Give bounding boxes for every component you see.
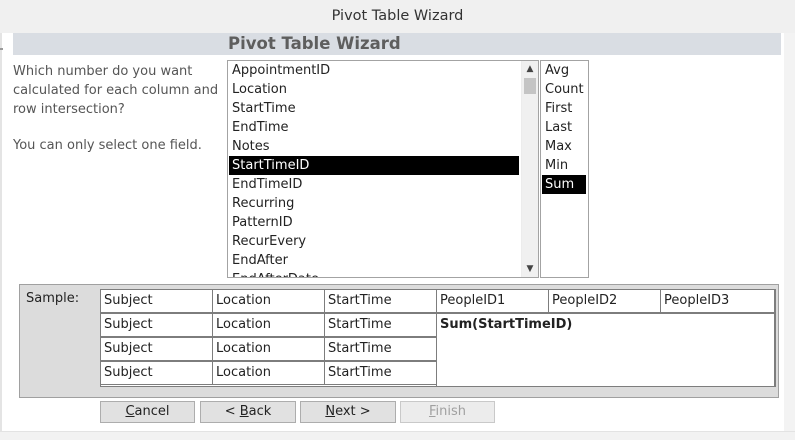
instruction-question: Which number do you want calculated for … bbox=[13, 64, 219, 117]
fields-scrollbar[interactable]: ▲ ▼ bbox=[521, 61, 538, 277]
function-listbox[interactable]: Avg Count First Last Max Min Sum bbox=[540, 60, 589, 278]
cancel-label-post: ancel bbox=[134, 404, 170, 419]
fields-listbox[interactable]: AppointmentID Location StartTime EndTime… bbox=[227, 60, 539, 278]
next-accesskey: N bbox=[325, 404, 336, 419]
list-item-recurevery[interactable]: RecurEvery bbox=[229, 232, 514, 251]
sample-row-cell: Subject bbox=[100, 313, 213, 337]
sample-label: Sample: bbox=[26, 291, 80, 306]
next-label-post: ext > bbox=[335, 404, 371, 419]
next-button[interactable]: Next > bbox=[300, 401, 396, 423]
sample-row-cell: Location bbox=[212, 337, 325, 361]
instructions: Which number do you want calculated for … bbox=[13, 62, 223, 172]
list-item-endafter[interactable]: EndAfter bbox=[229, 251, 514, 270]
sample-row-cell: Subject bbox=[100, 337, 213, 361]
back-label-post: ack bbox=[248, 404, 272, 419]
sample-row-cell: Location bbox=[212, 313, 325, 337]
left-window-edge bbox=[0, 33, 2, 433]
chevron-down-icon[interactable]: ▼ bbox=[522, 261, 538, 277]
list-item-starttime[interactable]: StartTime bbox=[229, 99, 514, 118]
wizard-header-title: Pivot Table Wizard bbox=[228, 34, 401, 53]
list-item-endtimeid[interactable]: EndTimeID bbox=[229, 175, 514, 194]
list-item-starttimeid[interactable]: StartTimeID bbox=[229, 156, 519, 175]
list-item-endafterdate[interactable]: EndAfterDate bbox=[229, 270, 514, 277]
wizard-header: Pivot Table Wizard bbox=[13, 33, 781, 55]
sample-value-cell: Sum(StartTimeID) bbox=[436, 313, 775, 387]
sample-row-cell: StartTime bbox=[324, 313, 437, 337]
cancel-button[interactable]: Cancel bbox=[100, 401, 195, 423]
function-item-avg[interactable]: Avg bbox=[542, 61, 586, 80]
window-title: Pivot Table Wizard bbox=[0, 0, 795, 33]
scrollbar-thumb[interactable] bbox=[524, 78, 536, 94]
chevron-up-icon[interactable]: ▲ bbox=[522, 61, 538, 77]
right-window-edge bbox=[784, 33, 795, 433]
sample-grid: Subject Location StartTime PeopleID1 Peo… bbox=[100, 289, 776, 387]
finish-button[interactable]: Finish bbox=[400, 401, 495, 423]
function-item-last[interactable]: Last bbox=[542, 118, 586, 137]
sample-header-cell: PeopleID3 bbox=[660, 289, 775, 313]
cancel-accesskey: C bbox=[125, 404, 135, 419]
list-item-notes[interactable]: Notes bbox=[229, 137, 514, 156]
back-accesskey: B bbox=[239, 404, 249, 419]
function-item-sum[interactable]: Sum bbox=[542, 175, 586, 194]
sample-header-cell: StartTime bbox=[324, 289, 437, 313]
instruction-note: You can only select one field. bbox=[13, 138, 202, 153]
function-item-first[interactable]: First bbox=[542, 99, 586, 118]
back-button[interactable]: < Back bbox=[200, 401, 296, 423]
left-edge-marker bbox=[0, 48, 3, 50]
list-item-recurring[interactable]: Recurring bbox=[229, 194, 514, 213]
sample-header-cell: Location bbox=[212, 289, 325, 313]
sample-row-cell: Subject bbox=[100, 361, 213, 385]
list-item-patternid[interactable]: PatternID bbox=[229, 213, 514, 232]
list-item-endtime[interactable]: EndTime bbox=[229, 118, 514, 137]
list-item-location[interactable]: Location bbox=[229, 80, 514, 99]
sample-row-cell: Location bbox=[212, 361, 325, 385]
function-item-count[interactable]: Count bbox=[542, 80, 586, 99]
sample-preview: Sample: Subject Location StartTime Peopl… bbox=[19, 284, 779, 398]
finish-label-post: inish bbox=[435, 404, 467, 419]
back-label-pre: < bbox=[224, 404, 240, 419]
sample-header-cell: PeopleID1 bbox=[436, 289, 549, 313]
list-item-appointmentid[interactable]: AppointmentID bbox=[229, 61, 514, 80]
function-item-min[interactable]: Min bbox=[542, 156, 586, 175]
sample-row-cell: StartTime bbox=[324, 361, 437, 385]
function-item-max[interactable]: Max bbox=[542, 137, 586, 156]
sample-header-cell: PeopleID2 bbox=[548, 289, 661, 313]
sample-row-cell: StartTime bbox=[324, 337, 437, 361]
sample-header-cell: Subject bbox=[100, 289, 213, 313]
